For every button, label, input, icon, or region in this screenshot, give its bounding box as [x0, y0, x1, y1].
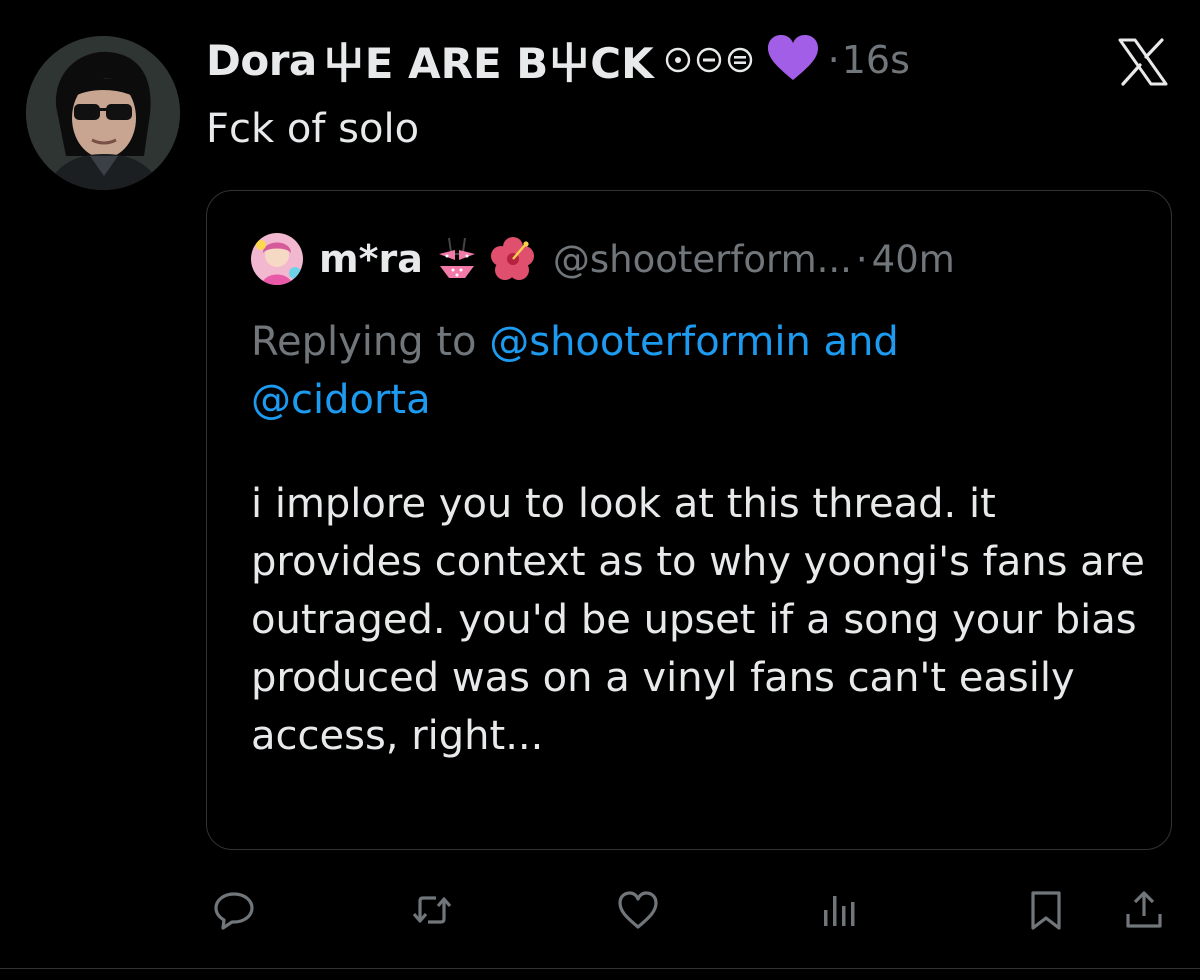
name-icons — [664, 46, 754, 74]
quoted-tweet-header: m*ra @shooterform... · 40m — [251, 231, 955, 287]
circle-equals-icon — [727, 47, 752, 73]
author-name-suffix[interactable]: ⼬E ARE B⼬CK — [323, 30, 654, 91]
views-icon[interactable] — [818, 888, 862, 932]
author-avatar[interactable] — [26, 36, 180, 190]
mention-link[interactable]: @shooterformin — [489, 319, 811, 365]
quoted-author-handle[interactable]: @shooterform... — [553, 238, 852, 281]
like-icon[interactable] — [616, 888, 660, 932]
replying-to: Replying to @shooterformin and @cidorta — [251, 313, 1151, 429]
circle-dot-icon — [665, 47, 690, 73]
retweet-icon[interactable] — [410, 888, 454, 932]
mention-link[interactable]: @cidorta — [251, 377, 431, 423]
tweet-text: Fck of solo — [206, 106, 420, 152]
separator-dot: · — [827, 38, 840, 82]
quoted-tweet-time[interactable]: 40m — [872, 238, 955, 281]
quoted-author-name[interactable]: m*ra — [319, 237, 423, 281]
bookmark-icon[interactable] — [1024, 888, 1068, 932]
separator-dot: · — [855, 237, 868, 281]
author-name[interactable]: Dora — [206, 36, 317, 85]
hibiscus-icon — [490, 237, 535, 281]
divider — [0, 968, 1200, 969]
x-logo-icon — [1118, 38, 1168, 86]
quoted-tweet[interactable]: m*ra @shooterform... · 40m Replying to @… — [206, 190, 1172, 850]
purple-heart-icon — [766, 34, 820, 86]
tweet-time[interactable]: 16s — [842, 38, 910, 82]
reply-icon[interactable] — [212, 888, 256, 932]
tweet-header: Dora ⼬E ARE B⼬CK · 16s — [206, 30, 910, 90]
mention-and: and — [810, 319, 899, 365]
bikini-icon — [437, 236, 477, 282]
quoted-tweet-text: i implore you to look at this thread. it… — [251, 481, 1145, 759]
quoted-author-avatar[interactable] — [251, 233, 303, 285]
circle-minus-icon — [696, 47, 721, 73]
share-icon[interactable] — [1122, 888, 1166, 932]
replying-prefix: Replying to — [251, 319, 490, 365]
action-bar — [0, 880, 1200, 940]
